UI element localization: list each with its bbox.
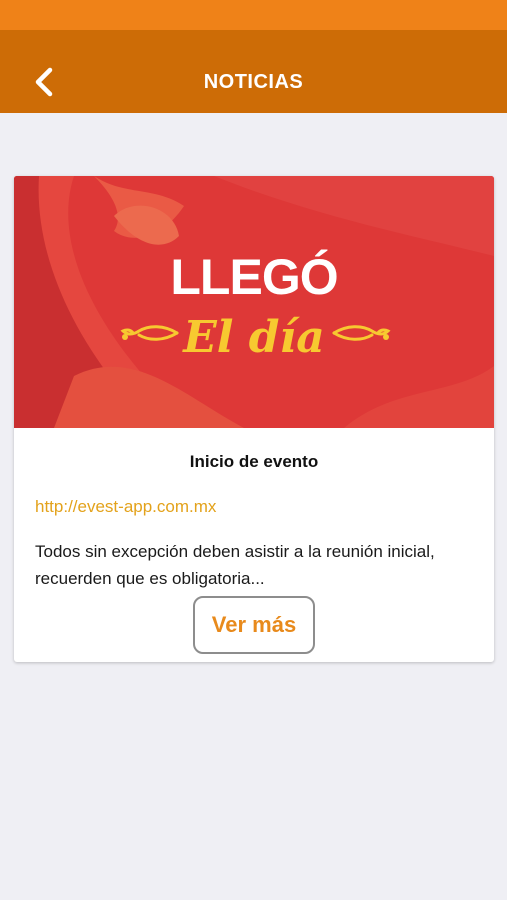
read-more-button[interactable]: Ver más xyxy=(193,596,315,654)
news-summary: Todos sin excepción deben asistir a la r… xyxy=(35,542,435,588)
news-banner-image: LLEGÓ El día xyxy=(14,176,494,428)
news-title: Inicio de evento xyxy=(189,452,319,471)
news-card[interactable]: LLEGÓ El día Inicio de evento http://eve… xyxy=(14,176,494,662)
page-title: NOTICIAS xyxy=(203,71,304,93)
right-flourish-icon xyxy=(332,325,391,341)
status-bar xyxy=(0,0,507,30)
news-link[interactable]: http://evest-app.com.mx xyxy=(35,497,216,517)
banner-headline: LLEGÓ xyxy=(170,249,338,305)
navigation-bar: NOTICIAS xyxy=(0,30,507,113)
banner-subheadline: El día xyxy=(183,312,325,363)
